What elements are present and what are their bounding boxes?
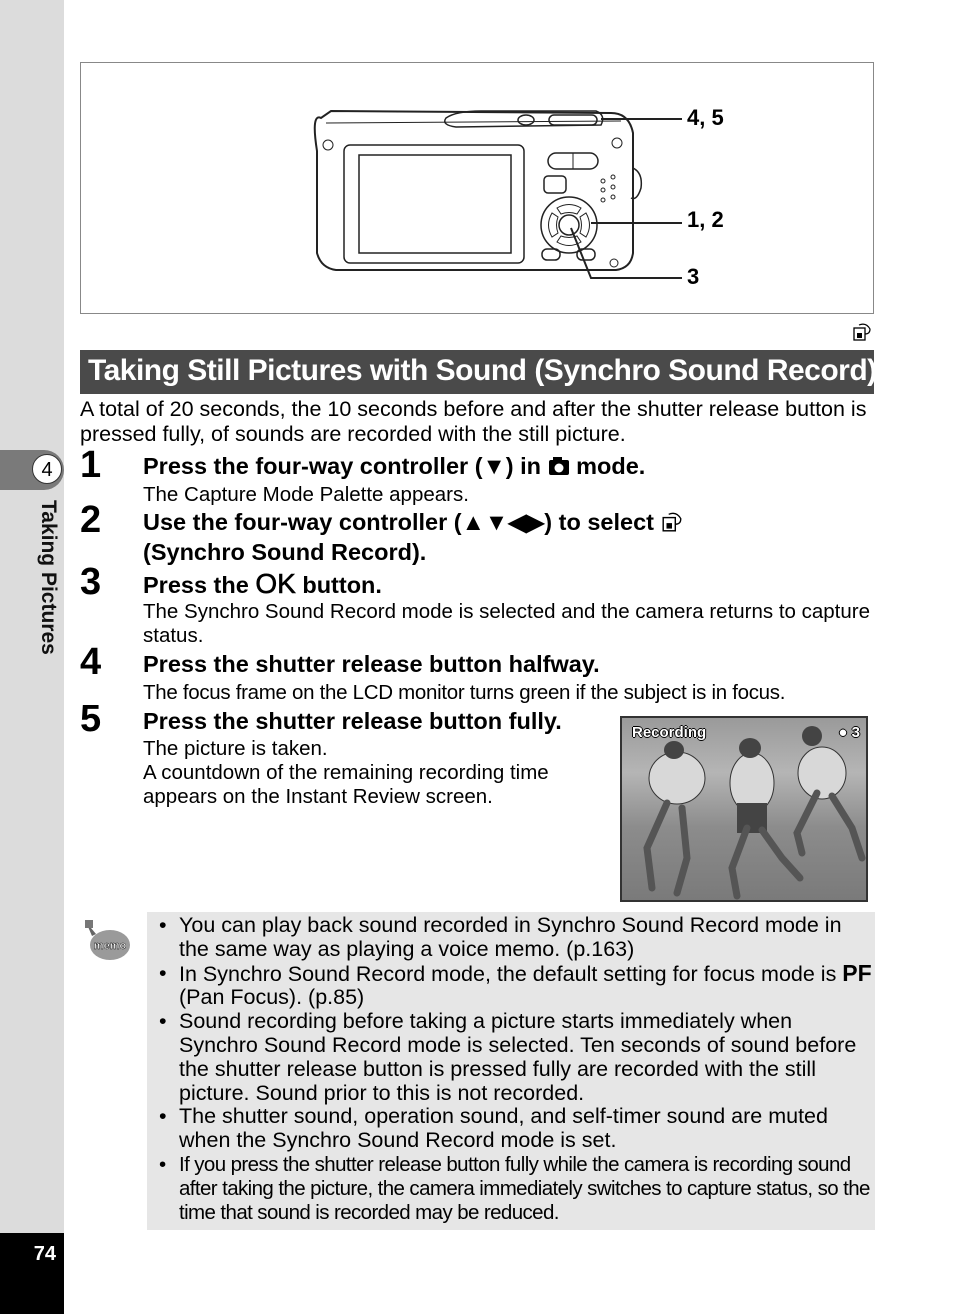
pan-focus-icon: PF (842, 959, 872, 986)
instant-review-screen-image: Recording ● 3 (620, 716, 868, 902)
page-number: 74 (33, 1243, 56, 1265)
section-title: Taking Still Pictures with Sound (Synchr… (80, 350, 877, 394)
step-3-heading-text: Press the (143, 572, 256, 598)
memo-item: The shutter sound, operation sound, and … (157, 1105, 875, 1153)
recording-dot-icon: ● (838, 724, 852, 741)
callout-step-3: 3 (687, 264, 700, 289)
camera-diagram-figure: 4, 5 1, 2 3 (80, 62, 874, 314)
step-3-number: 3 (80, 561, 102, 603)
step-5-body-line: A countdown of the remaining recording t… (143, 761, 549, 808)
step-2-heading: Use the four-way controller (▲▼◀▶) to se… (143, 507, 683, 537)
step-1-heading-suffix: mode. (569, 453, 646, 479)
step-4-number: 4 (80, 641, 102, 683)
step-5-body-line: The picture is taken. (143, 737, 328, 760)
step-1-body: The Capture Mode Palette appears. (143, 483, 469, 506)
memo-item: In Synchro Sound Record mode, the defaul… (157, 959, 875, 1011)
step-5-number: 5 (80, 698, 102, 740)
soccer-players-photo (643, 726, 866, 900)
camera-back-illustration (313, 109, 682, 279)
callout-steps-1-2: 1, 2 (687, 207, 724, 232)
chapter-number: 4 (32, 454, 62, 484)
memo-item: You can play back sound recorded in Sync… (157, 913, 875, 962)
section-intro: A total of 20 seconds, the 10 seconds be… (80, 397, 867, 446)
memo-item-text: (Pan Focus). (p.85) (179, 985, 365, 1010)
countdown-value: 3 (851, 724, 860, 741)
callout-steps-4-5: 4, 5 (687, 105, 724, 130)
svg-text:memo: memo (94, 940, 127, 952)
ok-button-icon: OK (255, 568, 296, 599)
memo-icon: memo (85, 920, 130, 960)
step-4-body: The focus frame on the LCD monitor turns… (143, 681, 786, 704)
camera-icon (548, 457, 569, 475)
step-1-number: 1 (80, 444, 102, 486)
memo-box: You can play back sound recorded in Sync… (147, 912, 875, 1230)
page-number-box: 74 (0, 1233, 64, 1314)
memo-list: You can play back sound recorded in Sync… (147, 912, 875, 1224)
memo-item-text: In Synchro Sound Record mode, the defaul… (179, 961, 843, 986)
recording-status-label: Recording (632, 724, 707, 741)
memo-item: Sound recording before taking a picture … (157, 1009, 875, 1105)
step-3-heading-suffix: button. (295, 572, 382, 598)
step-5-body: The picture is taken. A countdown of the… (143, 737, 603, 809)
step-2-heading-line2: (Synchro Sound Record). (143, 539, 427, 565)
recording-countdown: ● 3 (838, 724, 860, 741)
step-2-heading-text: Use the four-way controller (▲▼◀▶) to se… (143, 509, 661, 535)
synchro-sound-record-icon (853, 323, 871, 341)
step-3-body: The Synchro Sound Record mode is selecte… (143, 600, 871, 647)
chapter-label: Taking Pictures (37, 500, 60, 655)
step-5-heading: Press the shutter release button fully. (143, 708, 562, 734)
step-1-heading: Press the four-way controller (▼) in mod… (143, 451, 645, 481)
step-2-number: 2 (80, 499, 102, 541)
step-4-heading: Press the shutter release button halfway… (143, 651, 600, 677)
memo-item: If you press the shutter release button … (157, 1153, 875, 1224)
step-1-heading-text: Press the four-way controller (▼) in (143, 453, 548, 479)
step-3-heading: Press the OK button. (143, 568, 382, 600)
synchro-sound-record-icon (661, 512, 681, 532)
